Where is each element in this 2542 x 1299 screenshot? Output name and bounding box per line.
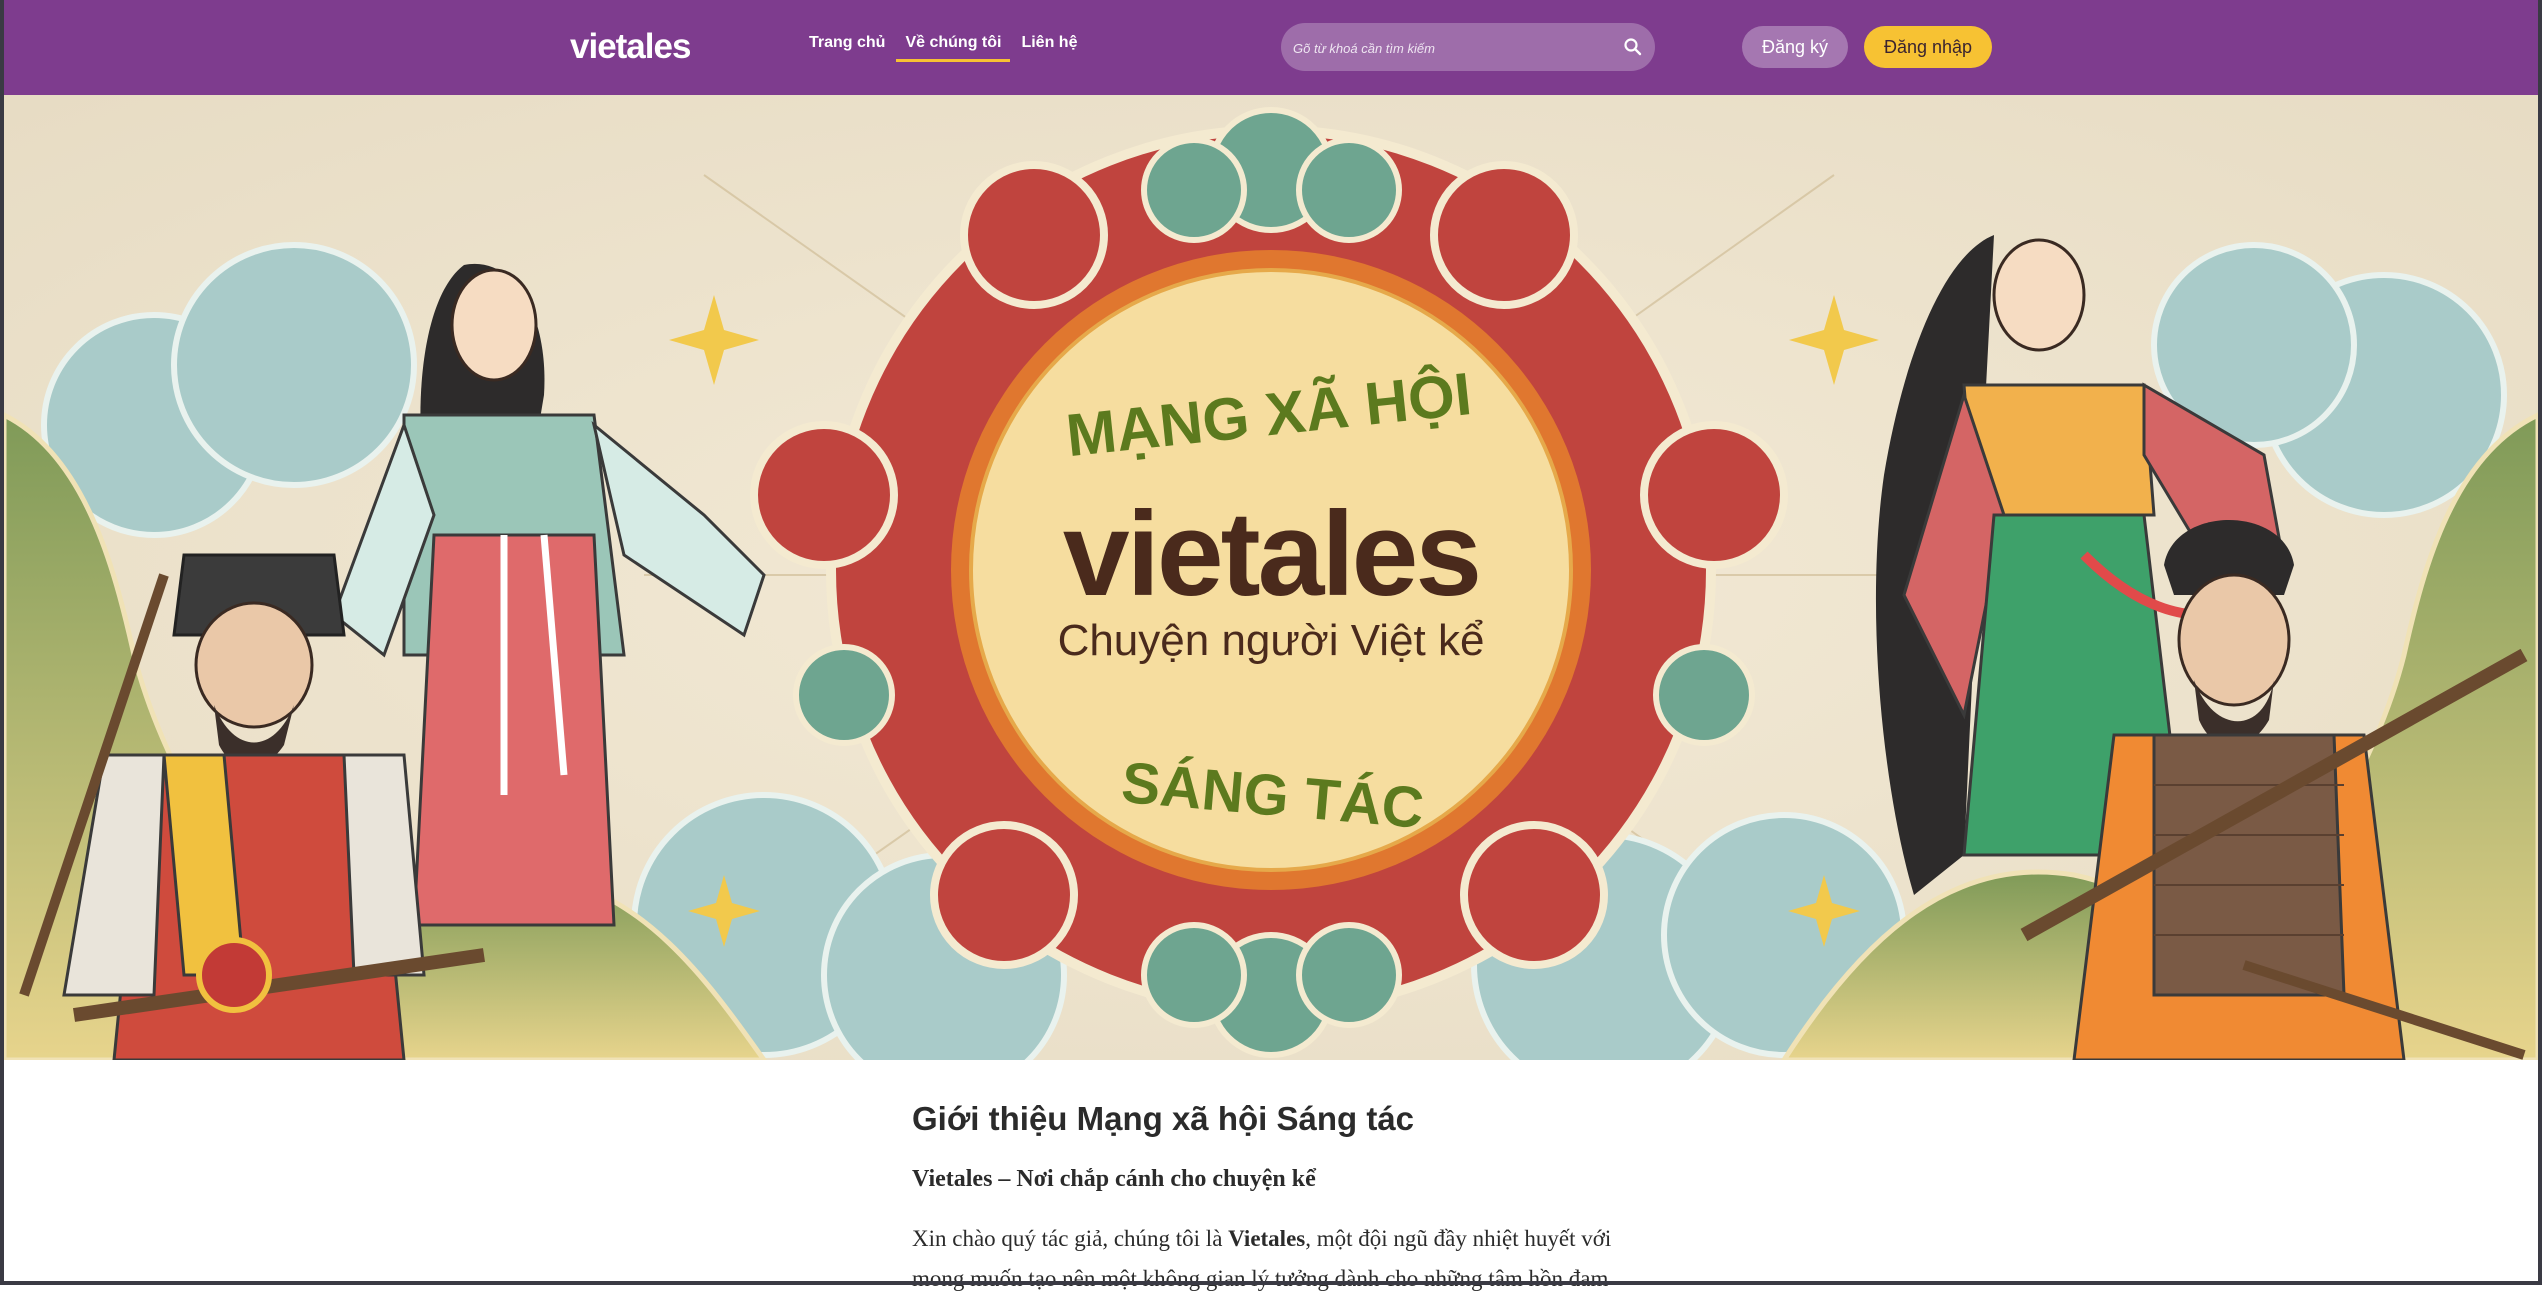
top-navbar: vietales Trang chủ Về chúng tôi Liên hệ … (0, 0, 2542, 95)
banner-brand: vietales (1063, 487, 1479, 621)
nav-item-about[interactable]: Về chúng tôi (896, 28, 1011, 62)
hero-banner: MẠNG XÃ HỘI vietales Chuyện người Việt k… (4, 95, 2538, 1060)
vietales-logo[interactable]: vietales (570, 22, 691, 72)
intro-line-two: mong muốn tạo nên một không gian lý tưởn… (912, 1266, 1609, 1291)
intro-text-start: Xin chào quý tác giả, chúng tôi là (912, 1226, 1229, 1251)
nav-item-home[interactable]: Trang chủ (800, 28, 894, 62)
search-box (1281, 23, 1655, 73)
intro-paragraph: Xin chào quý tác giả, chúng tôi là Vieta… (912, 1219, 1652, 1299)
banner-tagline: Chuyện người Việt kể (1058, 616, 1485, 665)
logo-text: vietales (570, 27, 691, 66)
register-button[interactable]: Đăng ký (1742, 26, 1848, 68)
search-input[interactable] (1281, 23, 1615, 73)
main-nav: Trang chủ Về chúng tôi Liên hệ (800, 28, 1088, 62)
banner-illustration: MẠNG XÃ HỘI vietales Chuyện người Việt k… (4, 95, 2538, 1060)
page-subtitle: Vietales – Nơi chắp cánh cho chuyện kể (912, 1166, 1316, 1192)
about-content: Giới thiệu Mạng xã hội Sáng tác Vietales… (912, 1100, 1652, 1299)
intro-text-end: , một đội ngũ đầy nhiệt huyết với (1305, 1226, 1612, 1251)
nav-item-contact[interactable]: Liên hệ (1012, 28, 1086, 62)
search-icon[interactable] (1623, 37, 1643, 57)
page-title: Giới thiệu Mạng xã hội Sáng tác (912, 1100, 1415, 1137)
login-button[interactable]: Đăng nhập (1864, 26, 1992, 68)
intro-brand-name: Vietales (1228, 1226, 1306, 1251)
